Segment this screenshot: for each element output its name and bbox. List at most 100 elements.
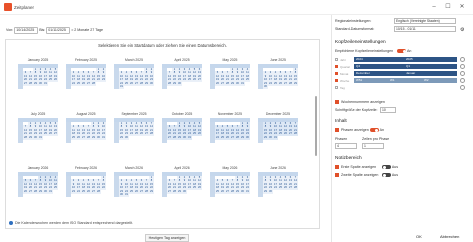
weeknumbers-row[interactable]: Wochennummern anzeigen (335, 99, 385, 105)
day-cell[interactable]: 29 (149, 189, 154, 194)
day-cell[interactable]: 26 (197, 132, 202, 137)
day-cell[interactable]: 31 (48, 189, 53, 194)
month-title: April 2026 (174, 166, 190, 170)
from-date-input[interactable]: 10/14/2025 (14, 27, 39, 34)
day-cell[interactable]: 31 (38, 135, 43, 140)
header-level-checkbox[interactable] (335, 86, 338, 89)
first-column-icon (335, 165, 339, 170)
iso-note: Die Kalenderwochen werden dem ISO Standa… (9, 221, 133, 226)
day-cell[interactable]: 29 (293, 81, 298, 86)
rows-per-phase-label: Zeilen pro Phase (362, 137, 390, 141)
header-level-radio[interactable] (460, 78, 465, 83)
maximize-button[interactable]: ☐ (443, 2, 453, 12)
region-select[interactable]: Englisch (Vereinigte Staaten) (394, 18, 456, 24)
duration-text: = 2 Monate 27 Tage (71, 28, 104, 32)
second-column-toggle[interactable] (382, 173, 391, 178)
day-cell[interactable]: 25 (245, 78, 250, 83)
day-grid: 1 2 3 4 5 6 7 8 9 10 11 12 13 14 15 16 17 18 19 20 21 22 23 24 2… (114, 172, 154, 197)
day-cell[interactable]: 30 (268, 189, 273, 194)
header-level-radio[interactable] (460, 64, 465, 69)
day-cell[interactable]: 30 (263, 85, 268, 89)
month-calendar: June 2026 1 2 3 4 5 6 7 8 9 10 11 12 13 14 15 16 17 18 19 20… (258, 166, 298, 197)
day-cell[interactable]: 31 (119, 85, 124, 89)
header-level-checkbox[interactable] (335, 72, 338, 75)
day-cell[interactable]: 27 (53, 132, 58, 137)
month-title: July 2025 (30, 112, 46, 116)
region-label: Regionaleinstellungen: (335, 19, 372, 23)
week-number-cell (18, 85, 23, 89)
week-number-cell (210, 139, 215, 143)
day-cell[interactable]: 26 (53, 78, 58, 83)
first-column-toggle[interactable] (382, 165, 391, 170)
fontsize-select[interactable]: 10 (380, 107, 396, 113)
recommended-headers-label: Empfohlene Kopfzeileneinstellungen (335, 49, 394, 53)
ok-button[interactable]: OK (416, 234, 422, 239)
day-cell[interactable]: 31 (187, 135, 192, 140)
day-cell[interactable]: 23 (101, 78, 106, 83)
day-cell[interactable]: 30 (245, 135, 250, 140)
week-number-cell (114, 139, 119, 143)
month-calendar: October 2025 1 2 3 4 5 6 7 8 9 10 11 12 13 14 15 16 17 18 1… (162, 112, 202, 143)
week-number-cell (18, 139, 23, 143)
day-grid: 1 2 3 4 5 6 7 8 9 10 11 12 13 14 15 16 17 18 19 20 21 22 23 24 2… (114, 118, 154, 143)
header-level-radio[interactable] (460, 57, 465, 62)
second-column-state: Aus (391, 173, 399, 177)
default-format-select[interactable]: 10/15 - 01/11 (394, 26, 456, 32)
header-level-radio[interactable] (460, 71, 465, 76)
day-cell[interactable]: 31 (43, 81, 48, 86)
second-column-icon (335, 173, 339, 178)
day-cell[interactable]: 30 (124, 135, 129, 140)
month-calendar: March 2025 1 2 3 4 5 6 7 8 9 10 11 12 13 14 15 16 17 18 19 2… (114, 58, 154, 89)
phases-count-label: Phasen (335, 137, 348, 141)
gear-icon[interactable]: ⚙ (460, 27, 464, 33)
day-cell[interactable]: 25 (53, 186, 58, 191)
month-title: April 2025 (174, 58, 190, 62)
header-level-label: Tag (340, 86, 345, 90)
day-cell[interactable]: 30 (149, 81, 154, 86)
cancel-button[interactable]: Abbrechen (440, 234, 459, 239)
header-level-checkbox[interactable] (335, 79, 338, 82)
minimize-button[interactable]: – (429, 2, 439, 12)
day-cell[interactable]: 22 (101, 186, 106, 191)
phases-icon (335, 128, 339, 133)
header-preview-cell: W2 (424, 78, 429, 82)
scrollbar-thumb[interactable] (315, 96, 317, 156)
day-cell[interactable]: 28 (96, 189, 101, 194)
day-cell[interactable]: 28 (293, 132, 298, 137)
day-cell[interactable]: 31 (124, 193, 129, 197)
header-level-radio[interactable] (460, 85, 465, 90)
phases-count-input[interactable]: 4 (335, 143, 357, 149)
show-today-button[interactable]: Heutigen Tag anzeigen (145, 234, 189, 242)
week-number-cell (162, 139, 167, 143)
day-cell[interactable]: 26 (197, 186, 202, 191)
weeknumbers-checkbox[interactable] (335, 100, 339, 105)
day-grid: 1 2 3 4 5 6 7 8 9 10 11 12 13 14 15 16 17 18 19 20 21 22 23 24 2… (18, 172, 58, 197)
first-column-row: Erste Spalte anzeigen (335, 164, 376, 170)
day-grid: 1 2 3 4 5 6 7 8 9 10 11 12 13 14 15 16 17 18 19 20 21 22 23 24 2… (66, 118, 106, 143)
info-icon (9, 221, 13, 226)
month-title: February 2025 (74, 58, 98, 62)
day-cell[interactable]: 28 (91, 81, 96, 86)
header-level-label: Jahr (340, 58, 346, 62)
recommended-headers-state: An (406, 49, 412, 53)
day-cell[interactable]: 27 (197, 78, 202, 83)
day-cell[interactable]: 31 (273, 135, 278, 140)
month-title: December 2025 (265, 112, 291, 116)
month-title: August 2025 (76, 112, 96, 116)
day-cell[interactable]: 30 (182, 189, 187, 194)
day-cell[interactable]: 31 (240, 81, 245, 86)
day-cell[interactable]: 28 (293, 186, 298, 191)
day-cell[interactable]: 31 (101, 135, 106, 140)
day-cell[interactable]: 30 (177, 81, 182, 86)
close-button[interactable]: ✕ (457, 2, 467, 12)
day-cell[interactable]: 31 (245, 189, 250, 194)
day-cell[interactable]: 28 (149, 132, 154, 137)
header-level-checkbox[interactable] (335, 58, 338, 61)
phases-toggle[interactable] (369, 128, 379, 133)
header-preview-row: W51 W1 W2 (354, 78, 457, 83)
rows-per-phase-input[interactable]: 1 (362, 143, 384, 149)
to-date-input[interactable]: 01/11/2025 (46, 27, 71, 34)
recommended-headers-toggle[interactable] (397, 49, 407, 54)
header-preview-cell: W1 (390, 78, 395, 82)
header-level-checkbox[interactable] (335, 65, 338, 68)
